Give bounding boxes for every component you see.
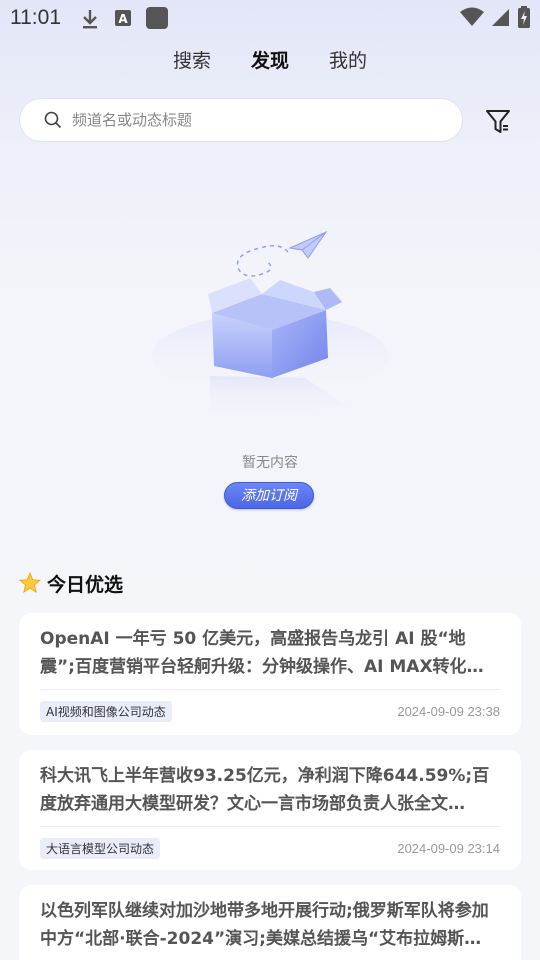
keyboard-a-icon: A	[115, 10, 131, 26]
card-date: 2024-09-09 23:14	[397, 840, 500, 856]
news-card[interactable]: 以色列军队继续对加沙地带多地开展行动;俄罗斯军队将参加中方“北部·联合-2024…	[19, 885, 521, 960]
star-icon	[19, 572, 41, 594]
tab-search[interactable]: 搜索	[173, 44, 211, 78]
status-bar: 11:01 A	[0, 0, 540, 38]
channel-tag[interactable]: AI视频和图像公司动态	[40, 700, 172, 722]
signal-icon	[492, 9, 509, 26]
app-square-icon	[146, 7, 168, 29]
filter-icon[interactable]	[483, 106, 513, 136]
card-date: 2024-09-09 23:38	[397, 703, 500, 719]
search-input[interactable]	[72, 111, 432, 129]
section-title: 今日优选	[47, 573, 124, 596]
download-icon	[83, 10, 97, 29]
search-icon	[44, 111, 62, 129]
section-header: 今日优选	[19, 570, 123, 596]
news-card[interactable]: 科大讯飞上半年营收93.25亿元，净利润下降644.59%;百度放弃通用大模型研…	[19, 750, 521, 870]
card-title: 以色列军队继续对加沙地带多地开展行动;俄罗斯军队将参加中方“北部·联合-2024…	[40, 901, 489, 949]
empty-box-illustration	[152, 230, 388, 416]
svg-text:A: A	[118, 12, 128, 26]
search-box[interactable]	[19, 98, 463, 142]
wifi-icon	[460, 7, 484, 26]
channel-tag[interactable]: 大语言模型公司动态	[40, 837, 161, 859]
add-subscription-button[interactable]: 添加订阅	[224, 482, 314, 509]
empty-state-text: 暂无内容	[242, 455, 298, 471]
tab-discover[interactable]: 发现	[251, 44, 289, 78]
news-card[interactable]: OpenAI 一年亏 50 亿美元，高盛报告乌龙引 AI 股“地震”;百度营销平…	[19, 613, 521, 735]
card-footer: AI视频和图像公司动态 2024-09-09 23:38	[40, 690, 500, 732]
card-title: OpenAI 一年亏 50 亿美元，高盛报告乌龙引 AI 股“地震”;百度营销平…	[40, 629, 484, 677]
top-tabs: 搜索 发现 我的	[0, 44, 540, 78]
battery-icon	[518, 6, 530, 28]
card-title: 科大讯飞上半年营收93.25亿元，净利润下降644.59%;百度放弃通用大模型研…	[40, 766, 490, 814]
status-time: 11:01	[10, 6, 61, 29]
tab-mine[interactable]: 我的	[329, 44, 367, 78]
card-footer: 大语言模型公司动态 2024-09-09 23:14	[40, 827, 500, 869]
